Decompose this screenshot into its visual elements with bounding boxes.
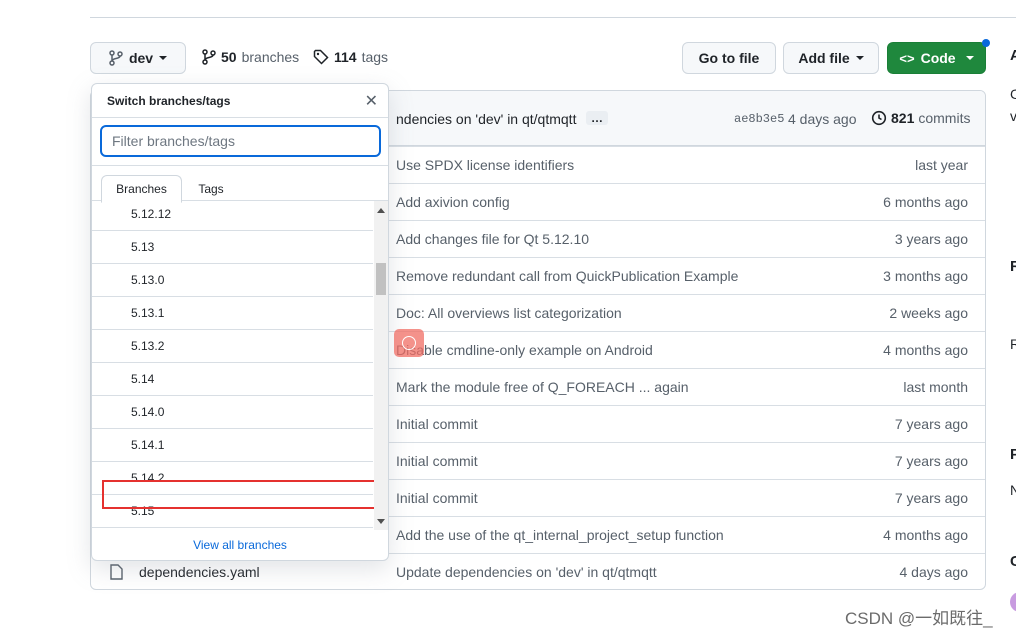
- caret-down-icon: [855, 56, 864, 60]
- commit-message[interactable]: Use SPDX license identifiers: [396, 157, 574, 173]
- scroll-down-icon[interactable]: [377, 519, 385, 524]
- code-label: Code: [920, 50, 956, 66]
- scrollbar[interactable]: [374, 201, 388, 530]
- commit-message[interactable]: ndencies on 'dev' in qt/qtmqtt: [396, 111, 576, 127]
- tag-icon: [313, 49, 329, 65]
- code-button[interactable]: <> Code: [887, 42, 986, 74]
- commit-message[interactable]: Add axivion config: [396, 194, 510, 210]
- file-name[interactable]: dependencies.yaml: [139, 564, 260, 580]
- commit-sha[interactable]: ae8b3e5: [734, 112, 784, 126]
- sidebar-fragment: R: [1010, 336, 1016, 352]
- add-file-label: Add file: [798, 50, 850, 66]
- branch-item[interactable]: 5.13: [92, 231, 373, 264]
- commit-message[interactable]: Initial commit: [396, 416, 478, 432]
- branch-name: dev: [128, 50, 154, 66]
- avatar: [1010, 592, 1016, 612]
- commit-age: last month: [903, 379, 968, 395]
- branch-select-button[interactable]: dev: [90, 42, 186, 74]
- sidebar-fragment: C: [1010, 553, 1016, 570]
- tags-count: 114: [334, 49, 357, 65]
- sidebar-fragment: v: [1010, 108, 1016, 124]
- commit-message[interactable]: Initial commit: [396, 453, 478, 469]
- sidebar-fragment: P: [1010, 446, 1016, 463]
- notification-dot: [982, 39, 990, 47]
- commit-age: 7 years ago: [894, 416, 968, 432]
- tags-label: tags: [361, 49, 389, 65]
- expand-commit-button[interactable]: …: [586, 111, 608, 125]
- scroll-up-icon[interactable]: [377, 208, 385, 213]
- close-icon[interactable]: ✕: [365, 91, 378, 111]
- commit-age: 2 weeks ago: [889, 305, 968, 321]
- branch-item[interactable]: 5.14.1: [92, 429, 373, 462]
- tab-branches[interactable]: Branches: [101, 175, 182, 203]
- commit-message[interactable]: Remove redundant call from QuickPublicat…: [396, 268, 738, 284]
- commit-age: 7 years ago: [894, 490, 968, 506]
- commit-message[interactable]: Initial commit: [396, 490, 478, 506]
- add-file-button[interactable]: Add file: [783, 42, 879, 74]
- commit-age: 6 months ago: [883, 194, 968, 210]
- branch-item[interactable]: 5.13.1: [92, 297, 373, 330]
- commit-age: 3 years ago: [894, 231, 968, 247]
- code-icon: <>: [899, 50, 915, 66]
- commit-age: 4 days ago: [788, 111, 857, 127]
- git-branch-icon: [109, 50, 123, 66]
- file-icon: [110, 564, 123, 580]
- tags-link[interactable]: 114 tags: [313, 49, 388, 65]
- commit-age: 3 months ago: [883, 268, 968, 284]
- git-branch-icon: [202, 49, 216, 65]
- watermark: CSDN @一如既往_: [845, 609, 993, 628]
- dropdown-title: Switch branches/tags: [92, 84, 388, 118]
- branch-item[interactable]: 5.12.12: [92, 201, 373, 231]
- go-to-file-button[interactable]: Go to file: [682, 42, 776, 74]
- sidebar-fragment: N: [1010, 482, 1016, 498]
- click-marker: [394, 329, 424, 357]
- commit-message[interactable]: Doc: All overviews list categorization: [396, 305, 622, 321]
- go-to-file-label: Go to file: [698, 50, 760, 66]
- commit-message[interactable]: Add changes file for Qt 5.12.10: [396, 231, 589, 247]
- dropdown-tabs: Branches Tags: [92, 165, 388, 203]
- commits-label: commits: [918, 110, 971, 126]
- branches-count: 50: [221, 49, 237, 65]
- branch-item[interactable]: 5.14: [92, 363, 373, 396]
- commit-message[interactable]: Mark the module free of Q_FOREACH ... ag…: [396, 379, 689, 395]
- sidebar-fragment: A: [1010, 47, 1016, 64]
- commit-age: 4 months ago: [883, 342, 968, 358]
- commit-age: 4 months ago: [883, 527, 968, 543]
- commit-age: 7 years ago: [894, 453, 968, 469]
- view-all-branches-link[interactable]: View all branches: [92, 538, 388, 552]
- commit-age: 4 days ago: [899, 564, 969, 580]
- filter-branches-input[interactable]: Filter branches/tags: [100, 125, 381, 157]
- commit-age: last year: [915, 157, 968, 173]
- tab-tags[interactable]: Tags: [184, 175, 238, 203]
- branches-label: branches: [241, 49, 300, 65]
- sidebar-fragment: C: [1010, 86, 1016, 102]
- branch-item[interactable]: 5.13.0: [92, 264, 373, 297]
- branch-dropdown: Switch branches/tags ✕ Filter branches/t…: [91, 83, 389, 561]
- history-icon: [871, 110, 887, 126]
- commits-link[interactable]: 821 commits: [871, 110, 970, 126]
- commit-message[interactable]: Disable cmdline-only example on Android: [396, 342, 653, 358]
- commit-message[interactable]: Add the use of the qt_internal_project_s…: [396, 527, 724, 543]
- branches-link[interactable]: 50 branches: [202, 49, 299, 65]
- scrollbar-thumb[interactable]: [376, 263, 386, 295]
- caret-down-icon: [965, 56, 974, 60]
- branch-item[interactable]: 5.14.0: [92, 396, 373, 429]
- sidebar-fragment: R: [1010, 258, 1016, 275]
- caret-down-icon: [159, 56, 168, 60]
- branch-item[interactable]: 5.13.2: [92, 330, 373, 363]
- highlight-box: [102, 480, 385, 509]
- commits-count: 821: [891, 110, 915, 126]
- commit-message[interactable]: Update dependencies on 'dev' in qt/qtmqt…: [396, 564, 657, 580]
- divider: [90, 17, 1016, 18]
